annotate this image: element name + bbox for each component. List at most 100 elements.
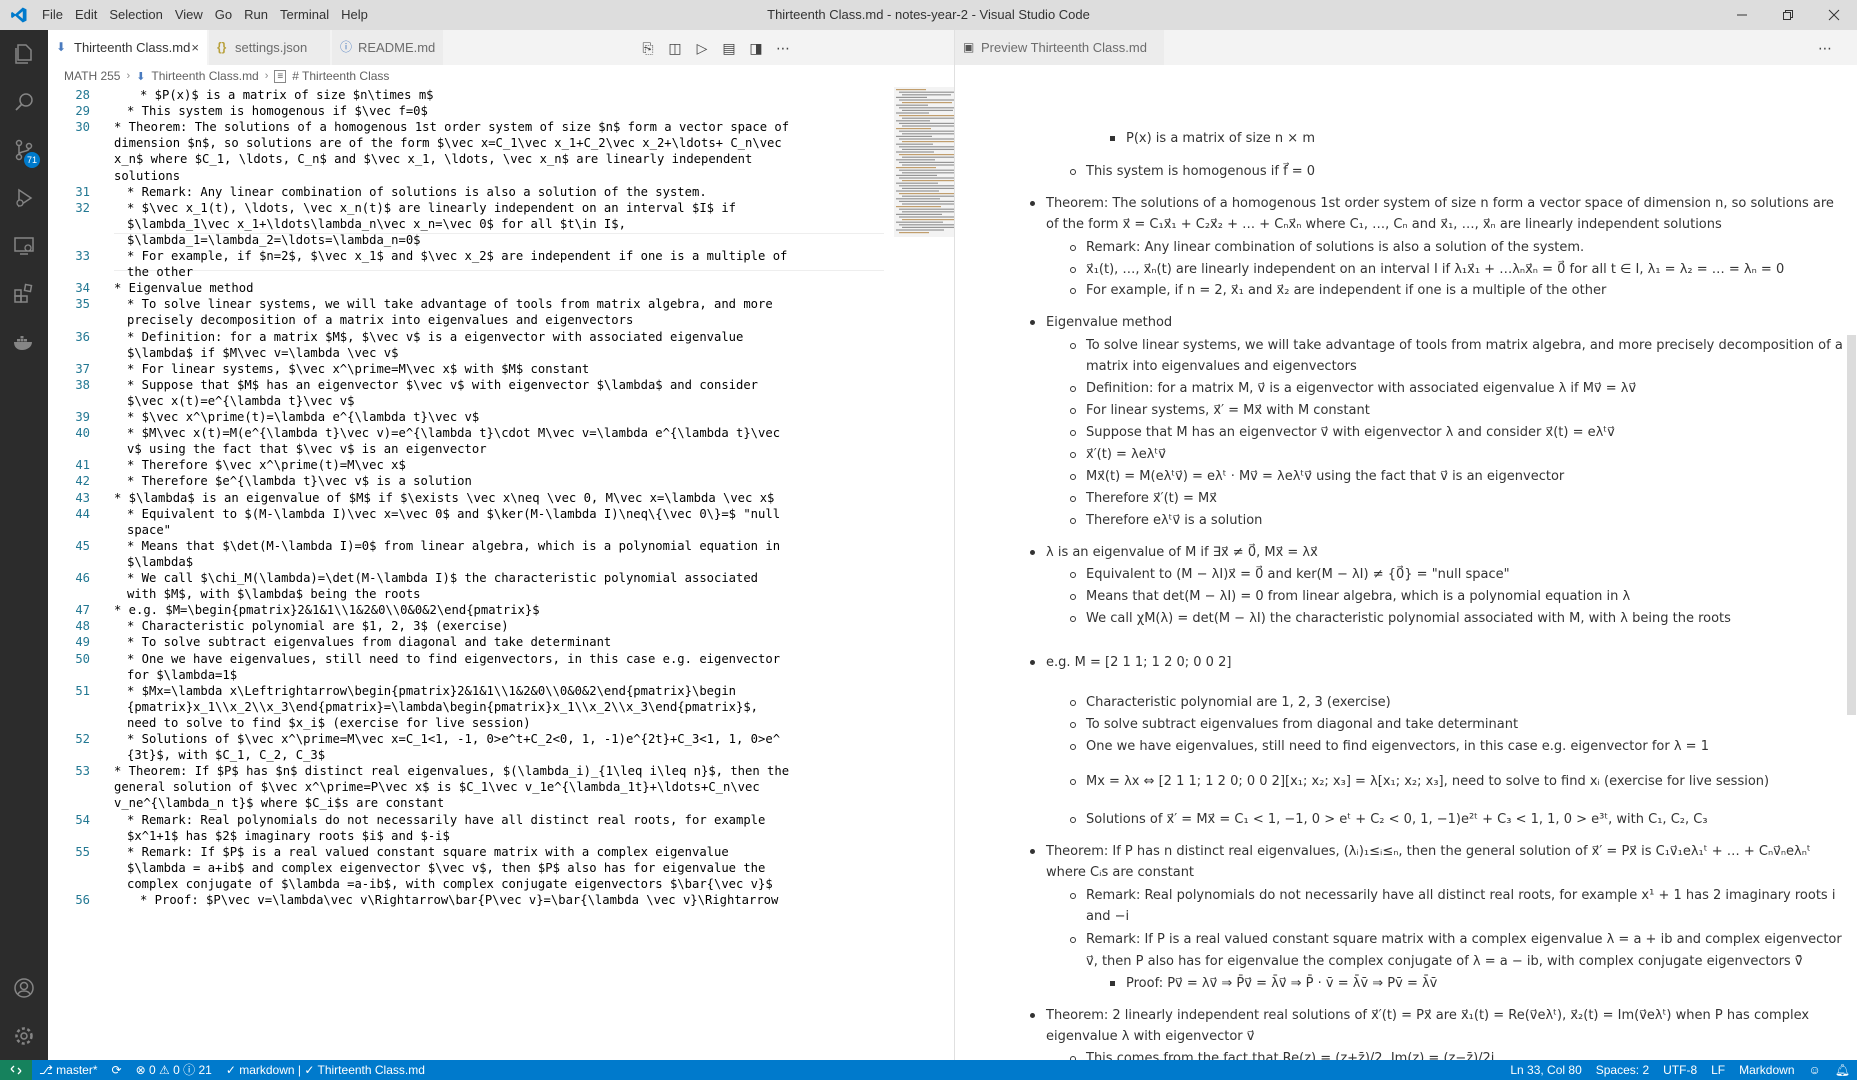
tab-label: Thirteenth Class.md: [74, 40, 191, 55]
code-line: space": [127, 522, 172, 537]
code-line: * One we have eigenvalues, still need to…: [127, 651, 781, 666]
code-line: * To solve linear systems, we will take …: [127, 297, 773, 312]
list-bullet: [1070, 288, 1076, 294]
breadcrumb-folder[interactable]: MATH 255: [64, 69, 120, 83]
lint-status[interactable]: ✓ markdown | ✓ Thirteenth Class.md: [219, 1060, 432, 1080]
preview-list-item: Mx = λx ⇔ [2 1 1; 1 2 0; 0 0 2][x₁; x₂; …: [1086, 774, 1770, 789]
warning-count: 0: [173, 1063, 180, 1077]
preview-list-item: e.g. M = [2 1 1; 1 2 0; 0 0 2]: [1046, 655, 1232, 670]
code-line: the other: [127, 265, 194, 280]
sync-icon[interactable]: ⟳: [105, 1060, 129, 1080]
markdown-icon: ⬇: [56, 40, 67, 54]
minimize-button[interactable]: [1719, 0, 1765, 30]
more-actions-icon[interactable]: ⋯: [773, 38, 793, 58]
list-bullet: [1030, 660, 1035, 665]
list-bullet: [1070, 893, 1076, 899]
list-bullet: [1070, 937, 1076, 943]
code-line: * $\lambda$ is an eigenvalue of $M$ if $…: [114, 490, 775, 505]
restore-button[interactable]: [1765, 0, 1811, 30]
open-changes-icon[interactable]: ⎘: [638, 38, 658, 58]
code-line: v_ne^{\lambda_n t}$ where $C_i$s are con…: [114, 796, 445, 811]
open-preview-icon[interactable]: ◫: [665, 38, 685, 58]
info-count: 21: [198, 1063, 212, 1077]
tab-readme[interactable]: ⓘ README.md: [332, 30, 444, 65]
preview-list-item: Theorem: If P has n distinct real eigenv…: [1046, 844, 1811, 859]
line-number: 51: [75, 683, 90, 698]
line-number: 50: [75, 651, 90, 666]
code-line: * Equivalent to $(M-\lambda I)\vec x=\ve…: [127, 506, 781, 521]
menu-help[interactable]: Help: [335, 0, 374, 30]
preview-scrollbar[interactable]: [1844, 65, 1857, 1060]
preview-list-item: To solve subtract eigenvalues from diago…: [1086, 717, 1519, 732]
menu-run[interactable]: Run: [238, 0, 274, 30]
remote-explorer-icon[interactable]: [0, 222, 48, 270]
code-line: * To solve subtract eigenvalues from dia…: [127, 635, 612, 650]
menu-view[interactable]: View: [169, 0, 209, 30]
line-number: 37: [75, 361, 90, 376]
docker-icon[interactable]: [0, 318, 48, 366]
close-icon[interactable]: ×: [191, 30, 199, 65]
remote-icon[interactable]: [0, 1060, 32, 1080]
menu-terminal[interactable]: Terminal: [274, 0, 335, 30]
code-editor[interactable]: 28 29 30 31 32 33 34 35 36 37 38 39 40 41 42 43 44 45 46 47…: [48, 87, 954, 1060]
preview-list-item: Solutions of x⃗′ = Mx⃗ = C₁ < 1, −1, 0 >…: [1086, 812, 1708, 827]
settings-gear-icon[interactable]: [0, 1012, 48, 1060]
preview-list-item: Remark: Real polynomials do not necessar…: [1086, 888, 1836, 903]
code-line: dimension $n$, so solutions are of the f…: [114, 136, 782, 151]
tab-thirteenth-class[interactable]: ⬇ Thirteenth Class.md ×: [48, 30, 208, 65]
cursor-position[interactable]: Ln 33, Col 80: [1503, 1060, 1588, 1080]
menu-file[interactable]: File: [38, 0, 69, 30]
menu-edit[interactable]: Edit: [69, 0, 103, 30]
close-window-button[interactable]: [1811, 0, 1857, 30]
line-number: 32: [75, 200, 90, 215]
extensions-icon[interactable]: [0, 270, 48, 318]
preview-list-item: P(x) is a matrix of size n × m: [1126, 131, 1315, 146]
feedback-icon[interactable]: ☺: [1802, 1060, 1828, 1080]
code-line: complex conjugate of $\lambda =a-ib$, wi…: [127, 876, 773, 891]
problems-status[interactable]: ⊗ 0 ⚠ 0 ⓘ 21: [129, 1060, 219, 1080]
encoding[interactable]: UTF-8: [1656, 1060, 1704, 1080]
indentation[interactable]: Spaces: 2: [1589, 1060, 1656, 1080]
minimap[interactable]: [894, 87, 954, 257]
tab-preview[interactable]: ▣ Preview Thirteenth Class.md: [955, 30, 1165, 65]
search-icon[interactable]: [0, 78, 48, 126]
breadcrumb-file[interactable]: Thirteenth Class.md: [151, 69, 258, 83]
activity-bar: 71: [0, 30, 48, 1060]
preview-list-item: We call χM(λ) = det(M − λI) the characte…: [1086, 611, 1731, 626]
list-bullet: [1070, 245, 1076, 251]
braces-icon: {}: [217, 40, 227, 54]
menu-go[interactable]: Go: [209, 0, 238, 30]
branch-status[interactable]: ⎇ master*: [32, 1060, 105, 1080]
code-line: * Remark: Real polynomials do not necess…: [127, 812, 766, 827]
tab-settings-json[interactable]: {} settings.json: [209, 30, 331, 65]
language-mode[interactable]: Markdown: [1732, 1060, 1801, 1080]
more-actions-icon[interactable]: ⋯: [1815, 38, 1835, 58]
vscode-logo-icon: [0, 0, 38, 30]
preview-side-icon[interactable]: ▤: [719, 38, 739, 58]
end-of-line[interactable]: LF: [1704, 1060, 1732, 1080]
run-icon[interactable]: ▷: [692, 38, 712, 58]
line-number: 40: [75, 426, 90, 441]
menu-selection[interactable]: Selection: [103, 0, 168, 30]
code-line: with $M$, with $\lambda$ being the roots: [127, 587, 421, 602]
line-number: 45: [75, 538, 90, 553]
code-line: * Proof: $P\vec v=\lambda\vec v\Rightarr…: [140, 893, 779, 907]
notifications-icon[interactable]: 🔔︎: [1828, 1060, 1857, 1080]
scrollbar-thumb[interactable]: [1847, 335, 1856, 715]
source-control-icon[interactable]: 71: [0, 126, 48, 174]
run-debug-icon[interactable]: [0, 174, 48, 222]
code-line: $\lambda$: [127, 554, 194, 569]
code-line: * For linear systems, $\vec x^\prime=M\v…: [127, 361, 590, 376]
accounts-icon[interactable]: [0, 964, 48, 1012]
code-line: * Eigenvalue method: [114, 281, 254, 296]
line-number: 55: [75, 844, 90, 859]
status-bar: ⎇ master* ⟳ ⊗ 0 ⚠ 0 ⓘ 21 ✓ markdown | ✓ …: [0, 1060, 1857, 1080]
breadcrumb-symbol[interactable]: # Thirteenth Class: [292, 69, 389, 83]
markdown-preview[interactable]: P(x) is a matrix of size n × m This syste…: [954, 65, 1857, 1060]
lint-text: markdown | ✓ Thirteenth Class.md: [239, 1063, 425, 1077]
explorer-icon[interactable]: [0, 30, 48, 78]
line-number: 41: [75, 458, 90, 473]
list-bullet: [1070, 343, 1076, 349]
line-number: 54: [75, 812, 90, 827]
split-editor-icon[interactable]: ◨: [746, 38, 766, 58]
